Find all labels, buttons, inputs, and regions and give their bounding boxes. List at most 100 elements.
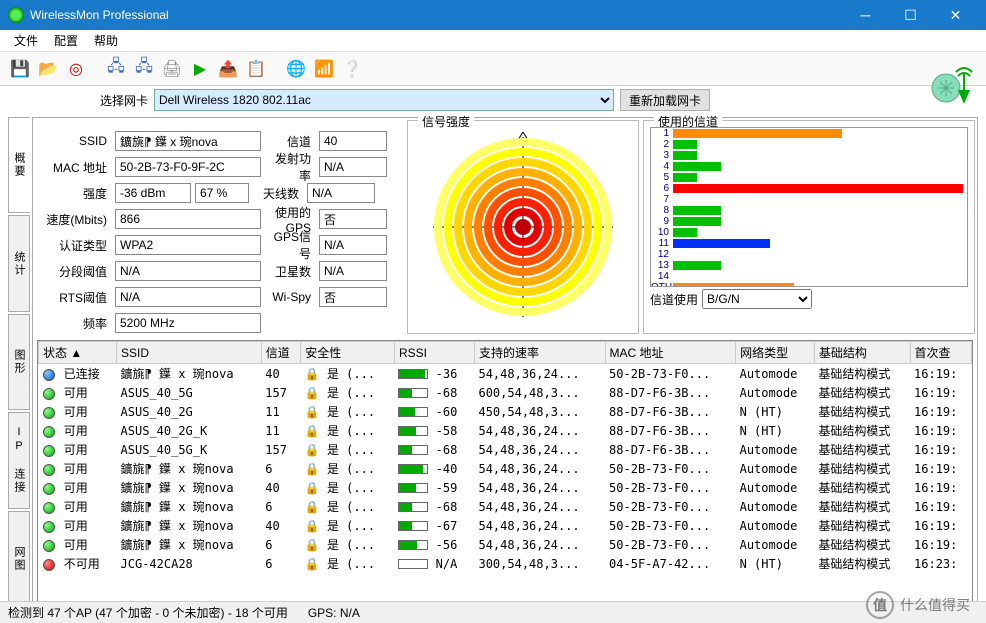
strength-dbm-field[interactable] (115, 183, 191, 203)
mac-label: MAC 地址 (39, 159, 111, 176)
sat-field[interactable] (319, 261, 387, 281)
column-header[interactable]: 首次查 (910, 342, 971, 364)
target-icon[interactable]: ◎ (64, 57, 88, 81)
channel-bar-row: 1 (651, 128, 967, 139)
toolbar: 💾 📂 ◎ 🖧 🖧 🖨 ▶ 📤 📋 🌐 📶 ❔ (0, 52, 986, 86)
signal-icon[interactable]: 📶 (312, 57, 336, 81)
export-icon[interactable]: 📤 (216, 57, 240, 81)
menu-help[interactable]: 帮助 (86, 30, 126, 51)
column-header[interactable]: RSSI (394, 342, 474, 364)
tab-summary[interactable]: 概要 (8, 117, 30, 213)
table-row[interactable]: 可用鑛旐⁋ 鐷 x 琬nova40🔒 是 (... -5954,48,36,24… (39, 478, 972, 497)
tab-stats[interactable]: 统计 (8, 215, 30, 311)
speed-field[interactable] (115, 209, 261, 229)
table-row[interactable]: 可用ASUS_40_5G_K157🔒 是 (... -6854,48,36,24… (39, 440, 972, 459)
tab-ip[interactable]: IP 连接 (8, 412, 30, 508)
antenna-field[interactable] (307, 183, 375, 203)
strength-label: 强度 (39, 185, 111, 202)
network-list[interactable]: 状态 ▲SSID信道安全性RSSI支持的速率MAC 地址网络类型基础结构首次查 … (37, 340, 973, 602)
column-header[interactable]: MAC 地址 (605, 342, 736, 364)
minimize-button[interactable]: ─ (843, 0, 888, 30)
channel-bar-row: 11 (651, 238, 967, 249)
mac-field[interactable] (115, 157, 261, 177)
column-header[interactable]: 安全性 (301, 342, 395, 364)
nic-select[interactable]: Dell Wireless 1820 802.11ac (154, 89, 614, 111)
channel-bar-row: 5 (651, 172, 967, 183)
table-row[interactable]: 可用鑛旐⁋ 鐷 x 琬nova6🔒 是 (... -4054,48,36,24.… (39, 459, 972, 478)
help-icon[interactable]: ❔ (340, 57, 364, 81)
channel-mode-select[interactable]: B/G/N (702, 289, 812, 309)
freq-field[interactable] (115, 313, 261, 333)
table-row[interactable]: 可用鑛旐⁋ 鐷 x 琬nova40🔒 是 (... -6754,48,36,24… (39, 516, 972, 535)
menu-file[interactable]: 文件 (6, 30, 46, 51)
txpower-field[interactable] (319, 157, 387, 177)
column-header[interactable]: 网络类型 (736, 342, 815, 364)
table-row[interactable]: 可用鑛旐⁋ 鐷 x 琬nova6🔒 是 (... -6854,48,36,24.… (39, 497, 972, 516)
status-gps: GPS: N/A (308, 606, 360, 620)
ssid-field[interactable] (115, 131, 261, 151)
table-row[interactable]: 可用ASUS_40_2G_K11🔒 是 (... -5854,48,36,24.… (39, 421, 972, 440)
channel-bar-row: 9 (651, 216, 967, 227)
rts-label: RTS阈值 (39, 289, 111, 306)
nic-selector-row: 选择网卡 Dell Wireless 1820 802.11ac 重新加载网卡 (0, 86, 986, 117)
channel-bar-row: 10 (651, 227, 967, 238)
tab-map[interactable]: 网图 (8, 511, 30, 607)
speed-label: 速度(Mbits) (39, 211, 111, 228)
close-button[interactable]: ✕ (933, 0, 978, 30)
content-panel: SSID信道 MAC 地址发射功率 强度天线数 速度(Mbits)使用的GPS … (32, 117, 978, 607)
table-row[interactable]: 可用ASUS_40_5G157🔒 是 (... -68600,54,48,3..… (39, 383, 972, 402)
wispy-field[interactable] (319, 287, 387, 307)
reload-nic-button[interactable]: 重新加载网卡 (620, 89, 710, 111)
signal-legend: 信号强度 (418, 113, 474, 130)
watermark: 值 什么值得买 (866, 591, 970, 619)
table-row[interactable]: 不可用JCG-42CA286🔒 是 (... N/A300,54,48,3...… (39, 554, 972, 573)
antenna-label: 天线数 (253, 185, 303, 202)
column-header[interactable]: 状态 ▲ (39, 342, 117, 364)
sat-label: 卫星数 (265, 263, 315, 280)
tool-icon-3[interactable]: 🖨 (160, 57, 184, 81)
strength-pct-field[interactable] (195, 183, 249, 203)
tool-icon-2[interactable]: 🖧 (132, 57, 156, 81)
app-logo-icon (928, 60, 976, 108)
channel-bar-row: 13 (651, 260, 967, 271)
gps-used-field[interactable] (319, 209, 387, 229)
channel-bar-row: 12 (651, 249, 967, 260)
auth-field[interactable] (115, 235, 261, 255)
maximize-button[interactable]: ☐ (888, 0, 933, 30)
play-icon[interactable]: ▶ (188, 57, 212, 81)
channel-usage-label: 信道使用 (650, 291, 698, 308)
params-panel: SSID信道 MAC 地址发射功率 强度天线数 速度(Mbits)使用的GPS … (33, 118, 405, 336)
channel-bars: 1234567891011121314OTH (650, 127, 968, 287)
tab-graph[interactable]: 图形 (8, 314, 30, 410)
side-tabs: 概要 统计 图形 IP 连接 网图 (8, 117, 30, 607)
channel-bar-row: 7 (651, 194, 967, 205)
menubar: 文件 配置 帮助 (0, 30, 986, 52)
clipboard-icon[interactable]: 📋 (244, 57, 268, 81)
table-row[interactable]: 可用鑛旐⁋ 鐷 x 琬nova6🔒 是 (... -5654,48,36,24.… (39, 535, 972, 554)
freq-label: 频率 (39, 315, 111, 332)
globe-icon[interactable]: 🌐 (284, 57, 308, 81)
channels-fieldset: 使用的信道 1234567891011121314OTH 信道使用 B/G/N (643, 120, 975, 334)
window-title: WirelessMon Professional (30, 8, 843, 22)
tool-icon-1[interactable]: 🖧 (104, 57, 128, 81)
channel-bar-row: 14 (651, 271, 967, 282)
table-row[interactable]: 已连接鑛旐⁋ 鐷 x 琬nova40🔒 是 (... -3654,48,36,2… (39, 364, 972, 384)
status-ap-count: 检测到 47 个AP (47 个加密 - 0 个未加密) - 18 个可用 (8, 604, 288, 621)
folder-icon[interactable]: 📂 (36, 57, 60, 81)
channel-bar-row: 2 (651, 139, 967, 150)
channel-field[interactable] (319, 131, 387, 151)
channel-bar-row: 3 (651, 150, 967, 161)
rts-field[interactable] (115, 287, 261, 307)
column-header[interactable]: 信道 (261, 342, 300, 364)
save-icon[interactable]: 💾 (8, 57, 32, 81)
column-header[interactable]: 基础结构 (814, 342, 910, 364)
frag-field[interactable] (115, 261, 261, 281)
table-row[interactable]: 可用ASUS_40_2G11🔒 是 (... -60450,54,48,3...… (39, 402, 972, 421)
channel-bar-row: 8 (651, 205, 967, 216)
menu-config[interactable]: 配置 (46, 30, 86, 51)
gps-sig-field[interactable] (319, 235, 387, 255)
channel-bar-row: 6 (651, 183, 967, 194)
column-header[interactable]: SSID (117, 342, 262, 364)
column-header[interactable]: 支持的速率 (474, 342, 605, 364)
watermark-text: 什么值得买 (900, 595, 970, 615)
